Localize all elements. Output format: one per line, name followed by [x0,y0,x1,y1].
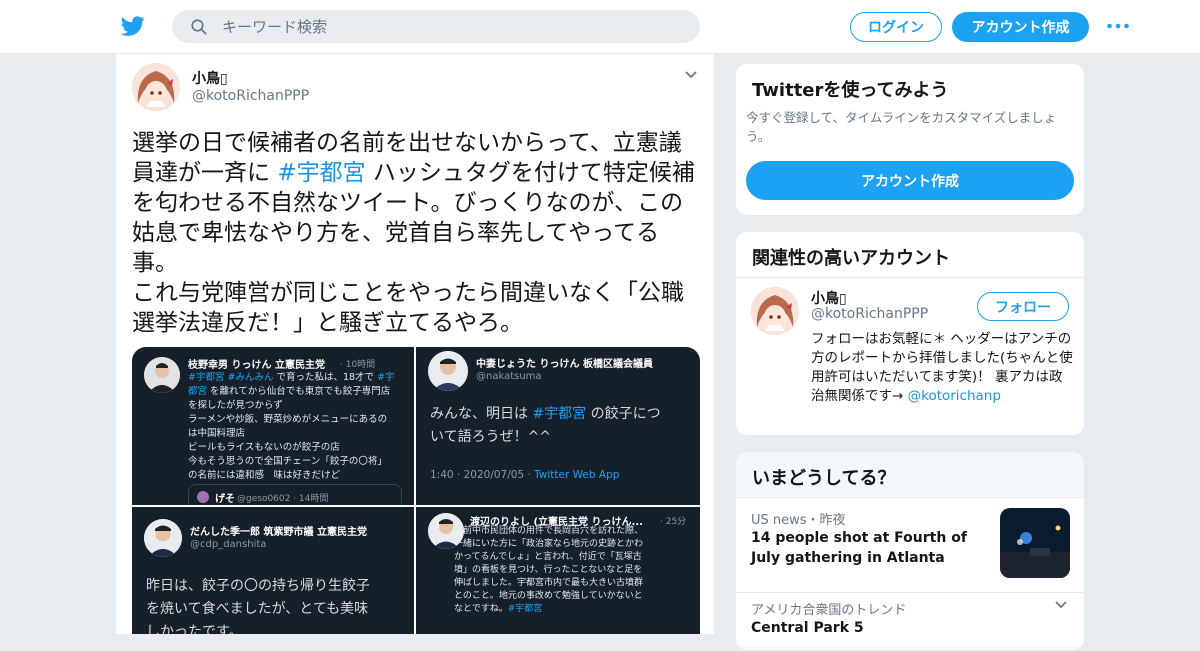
screenshot-body: みんな、明日は #宇都宮 の餃子につ いて語ろうぜ！^^ [430,406,661,445]
screenshot-body: #宇都宮 #みんみん で育った私は、18才で #宇 都宮 を離れてから仙台でも東… [188,372,395,481]
related-account-bio: フォローはお気軽に＊ ヘッダーはアンチの方のレポートから拝借しました(ちゃんと使… [811,331,1073,404]
profile-photo [144,519,182,557]
hashtag-link[interactable]: #宇都宮 [277,160,365,186]
author-handle[interactable]: @kotoRichanPPP [192,88,309,104]
search-input[interactable] [222,10,682,43]
tweet-text: 選挙の日で候補者の名前を出せないからって、立憲議員達が一斉に #宇都宮 ハッシュ… [132,128,700,338]
screenshot-handle: @cdp_danshita [190,539,267,550]
media-image-3[interactable]: だんした季一郎 筑紫野市議 立憲民主党 @cdp_danshita 昨日は、餃子… [132,507,414,634]
avatar-illustration [751,287,799,335]
author-name[interactable]: 小鳥▯ [192,68,228,88]
create-account-button[interactable]: アカウント作成 [746,161,1074,200]
reply-author: げそ [215,494,235,505]
screenshot-author: 中妻じょうた りっけん 板橋区議会議員 [476,359,653,370]
news-meta: US news・昨夜 [751,513,846,528]
whats-happening-card: いまどうしてる？ US news・昨夜 14 people shot at Fo… [735,451,1085,651]
card-title: 関連性の高いアカウント [752,248,950,269]
screenshot-body: 午前中市民団体の用件で長岡百穴を訪れた際、 一緒にいた方に「政治家なら地元の史跡… [454,526,644,614]
person-photo-icon [428,351,468,391]
search-box[interactable] [172,10,700,43]
twitter-bird-icon[interactable] [120,14,146,38]
person-photo-icon [144,519,182,557]
reply-handle: @geso0602 · 14時間 [237,494,329,504]
search-icon [191,19,207,35]
screenshot-handle: @nakatsuma [476,371,542,382]
card-title: いまどうしてる？ [752,468,896,489]
tweet-text-part: ハッシュタグを付けて特定候補を匂わせる不自然なツイート。びっくりなのが、この姑息… [132,160,695,336]
chevron-down-icon[interactable] [1054,600,1068,610]
login-button[interactable]: ログイン [850,12,942,42]
screenshot-meta: 1:40 · 2020/07/05 · Twitter Web App [430,469,620,481]
news-thumbnail[interactable] [1000,508,1070,578]
avatar-illustration [132,63,180,111]
tweet-media-grid[interactable]: 枝野幸男 りっけん 立憲民主党 · 10時間 #宇都宮 #みんみん で育った私は… [132,347,700,634]
divider [736,592,1084,593]
reply-avatar [197,491,209,503]
screenshot-author: だんした季一郎 筑紫野市議 立憲民主党 [190,527,367,538]
trend-title[interactable]: Central Park 5 [751,618,981,638]
profile-photo [144,357,180,393]
media-image-4[interactable]: 渡辺のりよし (立憲民主党 りっけん... · 25分 午前中市民団体の用件で長… [416,507,700,634]
more-dots-icon[interactable] [1106,18,1130,34]
related-account-avatar[interactable] [751,287,799,335]
trend-meta: アメリカ合衆国のトレンド [751,603,907,618]
bio-mention-link[interactable]: @kotorichanp [908,388,1001,404]
media-image-1[interactable]: 枝野幸男 りっけん 立憲民主党 · 10時間 #宇都宮 #みんみん で育った私は… [132,347,414,505]
card-title: Twitterを使ってみよう [752,80,949,101]
card-description: 今すぐ登録して、タイムラインをカスタマイズしましょう。 [746,110,1057,144]
quoted-reply: げそ @geso0602 · 14時間 [188,484,402,505]
related-accounts-card: 関連性の高いアカウント 小鳥▯ @kotoRichanPPP フォロー フォロー… [735,231,1085,436]
screenshot-author: 枝野幸男 りっけん 立憲民主党 [188,360,325,371]
media-image-2[interactable]: 中妻じょうた りっけん 板橋区議会議員 @nakatsuma みんな、明日は #… [416,347,700,505]
screenshot-body: 昨日は、餃子の〇の持ち帰り生餃子 を焼いて食べましたが、とても美味 しかったです… [146,578,370,634]
news-headline[interactable]: 14 people shot at Fourth of July gatheri… [751,528,981,568]
profile-photo [428,351,468,391]
try-twitter-card: Twitterを使ってみよう 今すぐ登録して、タイムラインをカスタマイズしましょ… [735,63,1085,216]
night-scene-image [1000,508,1070,578]
divider [736,277,1084,278]
related-account-name[interactable]: 小鳥▯ [811,288,847,308]
author-avatar[interactable] [132,63,180,111]
top-navigation-bar: ログイン アカウント作成 [0,0,1200,54]
person-photo-icon [144,357,180,393]
divider [736,497,1084,498]
chevron-down-icon[interactable] [684,70,698,80]
tweet-permalink: 小鳥▯ @kotoRichanPPP 選挙の日で候補者の名前を出せないからって、… [115,54,715,634]
follow-button[interactable]: フォロー [977,292,1069,321]
signup-button[interactable]: アカウント作成 [952,12,1089,42]
related-account-handle[interactable]: @kotoRichanPPP [811,306,928,322]
screenshot-time: · 10時間 [340,360,376,370]
